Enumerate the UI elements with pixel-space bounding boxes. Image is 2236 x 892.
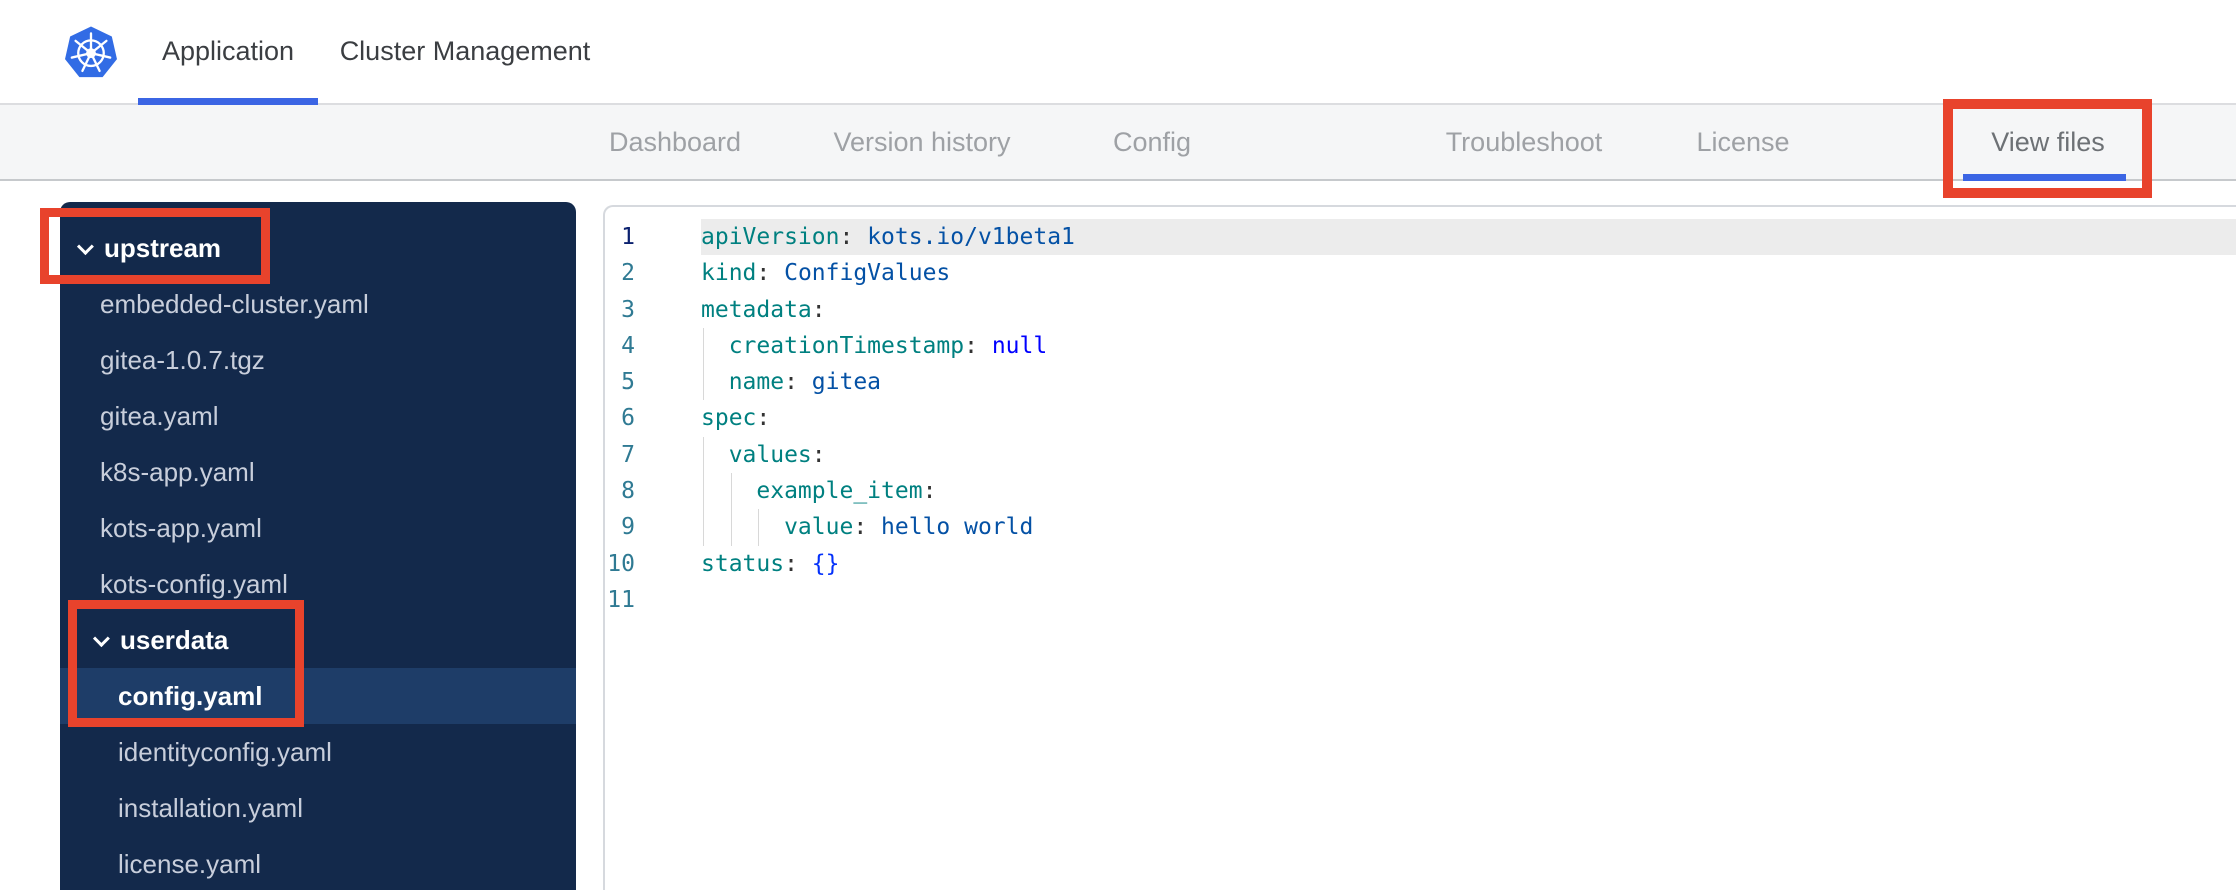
yaml-key: spec: [701, 405, 757, 432]
folder-upstream-label: upstream: [104, 232, 222, 263]
code-line: 9 value: hello world: [605, 509, 2236, 546]
file-k8s-app-yaml[interactable]: k8s-app.yaml: [60, 444, 576, 500]
code-line: 11: [605, 582, 2236, 618]
tab-config-label: Config: [1112, 126, 1192, 157]
yaml-brackets: {}: [811, 550, 840, 577]
file-gitea-tgz[interactable]: gitea-1.0.7.tgz: [60, 332, 576, 388]
yaml-value: kots.io/v1beta1: [867, 224, 1075, 250]
yaml-key: kind: [701, 260, 757, 287]
code-line: 7 values:: [605, 436, 2236, 474]
yaml-separator: :: [811, 441, 826, 468]
folder-upstream[interactable]: upstream: [60, 220, 576, 276]
line-number: 6: [621, 405, 635, 432]
kubernetes-logo-icon[interactable]: [62, 22, 120, 82]
tab-cluster-management[interactable]: Cluster Management: [330, 0, 600, 103]
yaml-separator: :: [756, 260, 785, 287]
yaml-key: example_item: [701, 478, 923, 505]
yaml-separator: :: [964, 332, 992, 359]
line-number: 7: [621, 441, 635, 468]
yaml-key: metadata: [701, 296, 812, 323]
file-label: license.yaml: [118, 848, 262, 879]
yaml-separator: :: [811, 296, 826, 323]
file-tree-sidebar: upstream embedded-cluster.yaml gitea-1.0…: [60, 202, 576, 890]
code-line: 6 spec:: [605, 400, 2236, 436]
code-line: 8 example_item:: [605, 473, 2236, 510]
file-kots-config-yaml[interactable]: kots-config.yaml: [60, 556, 576, 612]
yaml-key: name: [701, 369, 785, 396]
yaml-value: ConfigValues: [784, 260, 951, 287]
file-label: gitea.yaml: [100, 400, 219, 431]
file-label: gitea-1.0.7.tgz: [100, 344, 265, 375]
yaml-keyword: null: [991, 332, 1048, 359]
folder-userdata[interactable]: userdata: [60, 612, 576, 668]
active-tab-underline: [138, 98, 318, 105]
tab-dashboard[interactable]: Dashboard: [609, 105, 741, 179]
code-line: 2 kind: ConfigValues: [605, 255, 2236, 291]
yaml-key: status: [701, 550, 785, 577]
file-installation-yaml[interactable]: installation.yaml: [60, 780, 576, 836]
tab-view-files[interactable]: View files: [1991, 105, 2105, 179]
code-line: 3 metadata:: [605, 292, 2236, 328]
yaml-separator: :: [922, 478, 937, 505]
file-label: installation.yaml: [118, 792, 303, 823]
yaml-separator: :: [839, 224, 868, 250]
yaml-separator: :: [784, 550, 812, 577]
file-label: kots-app.yaml: [100, 512, 262, 543]
file-kots-app-yaml[interactable]: kots-app.yaml: [60, 500, 576, 556]
line-number: 2: [621, 260, 635, 287]
line-number: 11: [607, 586, 635, 613]
chevron-down-icon: [76, 238, 94, 256]
yaml-separator: :: [853, 514, 882, 541]
line-number: 4: [621, 332, 635, 359]
file-identityconfig-yaml[interactable]: identityconfig.yaml: [60, 724, 576, 780]
file-config-yaml-selected[interactable]: config.yaml: [60, 668, 576, 724]
file-license-yaml[interactable]: license.yaml: [60, 836, 576, 892]
tab-version-history[interactable]: Version history: [833, 105, 1010, 179]
line-number: 9: [621, 514, 635, 541]
tab-license[interactable]: License: [1696, 105, 1789, 179]
tab-version-history-label: Version history: [833, 126, 1011, 157]
tab-license-label: License: [1696, 126, 1790, 157]
yaml-key: values: [701, 441, 812, 468]
file-label: kots-config.yaml: [100, 568, 288, 599]
tab-application[interactable]: Application: [138, 0, 318, 103]
code-line: 5 name: gitea: [605, 364, 2236, 401]
yaml-value: gitea: [811, 369, 882, 396]
file-embedded-cluster-yaml[interactable]: embedded-cluster.yaml: [60, 276, 576, 332]
app-header: Application Cluster Management: [0, 0, 2236, 105]
tab-troubleshoot[interactable]: Troubleshoot: [1446, 105, 1603, 179]
yaml-separator: :: [784, 369, 812, 396]
file-gitea-yaml[interactable]: gitea.yaml: [60, 388, 576, 444]
code-line: 1 apiVersion: kots.io/v1beta1: [605, 219, 2236, 256]
yaml-separator: :: [756, 405, 771, 432]
view-files-active-underline: [1963, 174, 2126, 181]
line-number: 3: [621, 296, 635, 323]
tab-view-files-label: View files: [1991, 126, 2105, 157]
yaml-key: apiVersion: [701, 224, 840, 250]
line-number: 8: [621, 478, 635, 505]
yaml-key: value: [701, 514, 854, 541]
file-label: embedded-cluster.yaml: [100, 288, 369, 319]
line-number: 10: [607, 550, 635, 577]
yaml-value: hello world: [881, 514, 1034, 541]
file-label: k8s-app.yaml: [100, 456, 255, 487]
code-line: 4 creationTimestamp: null: [605, 327, 2236, 365]
tab-config[interactable]: Config: [1113, 105, 1191, 179]
tab-cluster-management-label: Cluster Management: [339, 36, 591, 66]
folder-userdata-label: userdata: [120, 624, 229, 655]
file-label: identityconfig.yaml: [118, 736, 332, 767]
file-label: config.yaml: [118, 680, 263, 711]
tab-dashboard-label: Dashboard: [608, 126, 742, 157]
yaml-key: creationTimestamp: [701, 332, 965, 359]
line-number: 1: [621, 224, 635, 250]
code-line: 10 status: {}: [605, 546, 2236, 582]
tab-troubleshoot-label: Troubleshoot: [1445, 126, 1603, 157]
chevron-down-icon: [92, 630, 110, 648]
line-number: 5: [621, 369, 635, 396]
tab-application-label: Application: [161, 36, 295, 66]
yaml-file-viewer[interactable]: 1 apiVersion: kots.io/v1beta1 2 kind: Co…: [603, 205, 2236, 890]
app-subnav: Dashboard Version history Config Trouble…: [0, 105, 2236, 181]
